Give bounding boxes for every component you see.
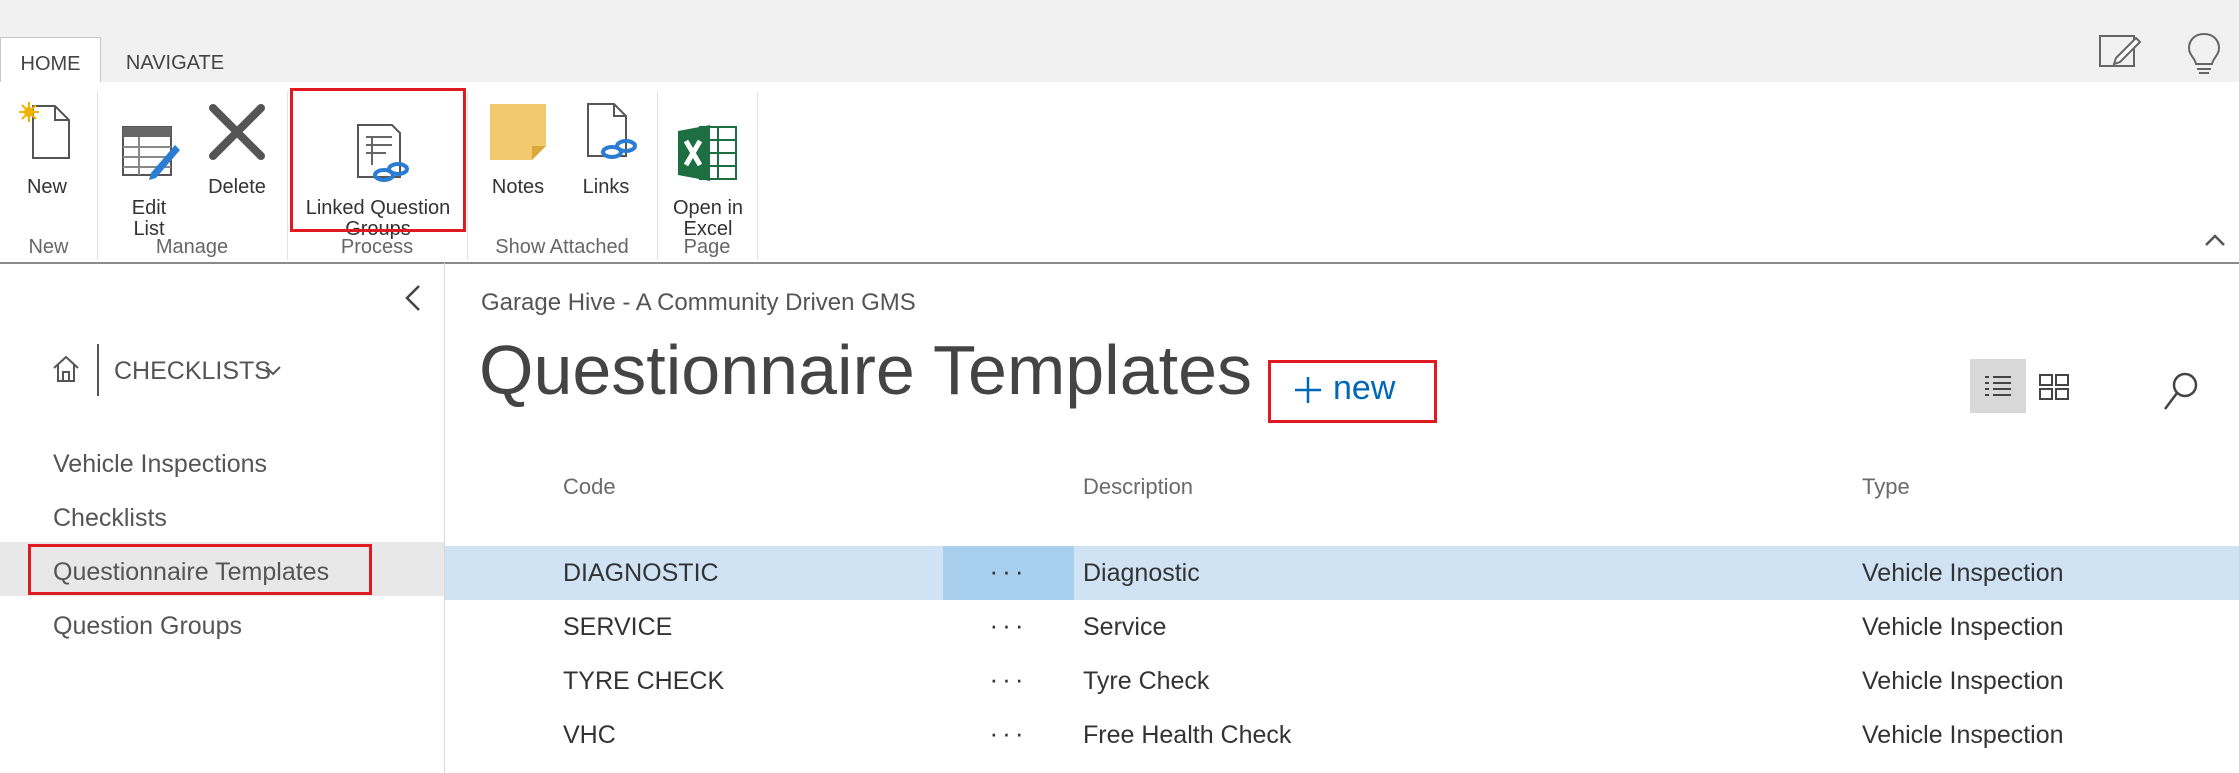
- edit-page-icon[interactable]: [2096, 28, 2144, 76]
- group-label-manage: Manage: [155, 236, 229, 258]
- collapse-ribbon-icon[interactable]: [2204, 232, 2226, 248]
- delete-label: Delete: [208, 176, 266, 198]
- open-in-excel-button[interactable]: Open in Excel: [664, 100, 752, 240]
- cell-description: Service: [1083, 613, 1167, 641]
- sidebar-item-vehicle-inspections[interactable]: Vehicle Inspections: [53, 450, 267, 479]
- cell-description: Free Health Check: [1083, 721, 1292, 749]
- group-separator: [287, 92, 288, 260]
- cell-type: Vehicle Inspection: [1862, 721, 2064, 749]
- edit-list-button[interactable]: Edit List: [110, 100, 188, 240]
- edit-list-icon: [122, 126, 180, 180]
- sidebar-item-checklists[interactable]: Checklists: [53, 504, 167, 533]
- open-in-excel-label: Open in Excel: [672, 197, 744, 240]
- links-label: Links: [582, 176, 630, 198]
- new-button[interactable]: New: [8, 100, 86, 198]
- tab-strip: [0, 0, 2239, 83]
- new-label: New: [26, 176, 67, 198]
- group-separator: [467, 92, 468, 260]
- column-header-code[interactable]: Code: [563, 474, 616, 500]
- chevron-down-icon[interactable]: [264, 365, 282, 377]
- row-actions-button[interactable]: ···: [943, 654, 1074, 708]
- group-separator: [757, 92, 758, 260]
- table-row[interactable]: VHC ··· Free Health Check Vehicle Inspec…: [445, 708, 2239, 762]
- company-name: Garage Hive - A Community Driven GMS: [481, 289, 916, 316]
- cell-code: VHC: [563, 721, 616, 749]
- highlight-box: [1268, 360, 1437, 423]
- group-separator: [97, 92, 98, 260]
- cell-code: TYRE CHECK: [563, 667, 725, 695]
- delete-button[interactable]: Delete: [198, 100, 276, 198]
- excel-icon: [678, 125, 737, 181]
- cell-type: Vehicle Inspection: [1862, 559, 2064, 587]
- group-label-show-attached: Show Attached: [495, 236, 629, 258]
- delete-icon: [209, 104, 265, 160]
- links-icon: [587, 103, 637, 159]
- tab-navigate[interactable]: NAVIGATE: [110, 37, 240, 82]
- lightbulb-icon[interactable]: [2180, 28, 2228, 76]
- sidebar-item-question-groups[interactable]: Question Groups: [53, 612, 242, 641]
- notes-label: Notes: [491, 176, 545, 198]
- group-label-page: Page: [683, 236, 731, 258]
- row-actions-button[interactable]: ···: [943, 546, 1074, 600]
- group-separator: [657, 92, 658, 260]
- edit-list-label: Edit List: [131, 197, 167, 240]
- table-row[interactable]: TYRE CHECK ··· Tyre Check Vehicle Inspec…: [445, 654, 2239, 708]
- list-view-button[interactable]: [1970, 359, 2026, 413]
- cell-type: Vehicle Inspection: [1862, 667, 2064, 695]
- cell-description: Tyre Check: [1083, 667, 1210, 695]
- new-document-icon: [19, 102, 70, 159]
- cell-code: DIAGNOSTIC: [563, 559, 719, 587]
- divider: [97, 344, 99, 396]
- cell-code: SERVICE: [563, 613, 673, 641]
- notes-button[interactable]: Notes: [478, 100, 558, 198]
- links-button[interactable]: Links: [566, 100, 646, 198]
- row-actions-button[interactable]: ···: [943, 600, 1074, 654]
- row-actions-button[interactable]: ···: [943, 708, 1074, 762]
- collapse-nav-icon[interactable]: [403, 283, 423, 313]
- group-label-new: New: [28, 236, 69, 258]
- table-row[interactable]: DIAGNOSTIC ··· Diagnostic Vehicle Inspec…: [445, 546, 2239, 600]
- area-label: CHECKLISTS: [114, 357, 271, 385]
- notes-icon: [490, 104, 546, 160]
- group-label-process: Process: [340, 236, 414, 258]
- highlight-box: [28, 544, 372, 595]
- column-header-type[interactable]: Type: [1862, 474, 1910, 500]
- table-row[interactable]: SERVICE ··· Service Vehicle Inspection: [445, 600, 2239, 654]
- list-view-icon: [1985, 376, 2011, 396]
- search-icon[interactable]: [2163, 371, 2199, 411]
- tab-home[interactable]: HOME: [0, 37, 101, 84]
- page-title: Questionnaire Templates: [479, 331, 1253, 409]
- home-icon[interactable]: [51, 354, 81, 384]
- tile-view-icon[interactable]: [2039, 374, 2069, 400]
- cell-type: Vehicle Inspection: [1862, 613, 2064, 641]
- area-menu[interactable]: CHECKLISTS: [114, 357, 271, 386]
- cell-description: Diagnostic: [1083, 559, 1200, 587]
- column-header-description[interactable]: Description: [1083, 474, 1193, 500]
- highlight-box: [290, 88, 466, 232]
